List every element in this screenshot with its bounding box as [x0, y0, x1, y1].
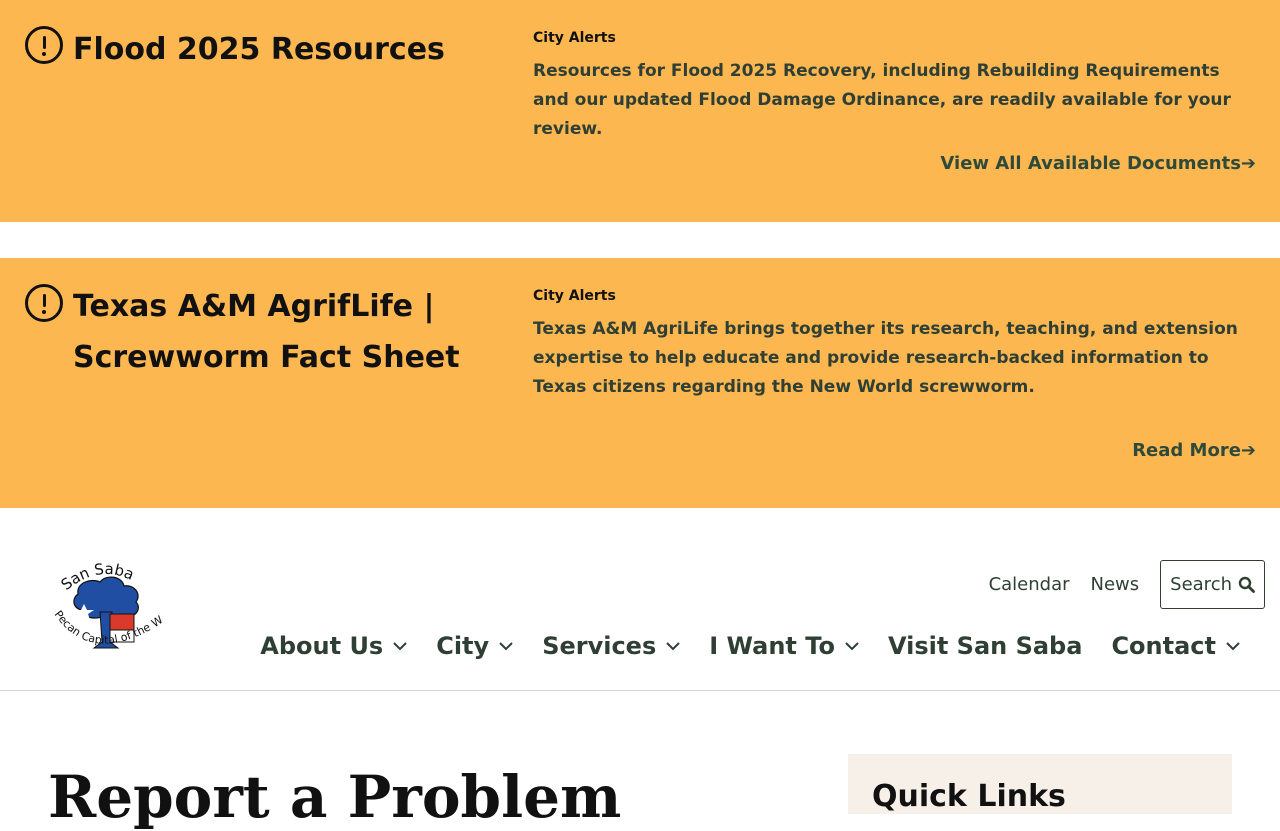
search-icon: [1238, 576, 1255, 593]
nav-contact[interactable]: Contact: [1111, 632, 1240, 660]
read-more-link[interactable]: Read More➔: [1132, 440, 1256, 461]
site-header: San Saba Pecan Capital of the World Cale…: [0, 508, 1280, 691]
alert-banner-screwworm: Texas A&M AgrifLife | Screwworm Fact She…: [0, 258, 1280, 508]
alert-banner-flood: Flood 2025 Resources City Alerts Resourc…: [0, 0, 1280, 222]
nav-label: Visit San Saba: [887, 632, 1083, 660]
quick-links-panel: Quick Links: [848, 754, 1232, 814]
alert-category: City Alerts: [533, 30, 616, 46]
alert-title: Flood 2025 Resources: [73, 32, 445, 67]
page-title: Report a Problem: [48, 763, 622, 831]
nav-services[interactable]: Services: [542, 632, 680, 660]
nav-label: City: [436, 632, 490, 660]
alert-body: Texas A&M AgriLife brings together its r…: [533, 319, 1238, 397]
exclamation-icon: [25, 284, 63, 322]
nav-visit-san-saba[interactable]: Visit San Saba: [888, 632, 1083, 660]
chevron-down-icon: [666, 641, 680, 650]
alert-body: Resources for Flood 2025 Recovery, inclu…: [533, 61, 1231, 139]
alert-category: City Alerts: [533, 288, 616, 304]
chevron-down-icon: [393, 641, 407, 650]
nav-label: Contact: [1111, 632, 1216, 660]
site-logo[interactable]: San Saba Pecan Capital of the World: [45, 550, 165, 664]
exclamation-icon: [25, 26, 63, 64]
utility-nav: Calendar News Search: [968, 560, 1265, 609]
chevron-down-icon: [845, 641, 859, 650]
search-label: Search: [1170, 574, 1232, 595]
alert-title: Texas A&M AgrifLife | Screwworm Fact She…: [73, 289, 460, 375]
san-saba-logo-icon: San Saba Pecan Capital of the World: [45, 550, 165, 649]
view-documents-link[interactable]: View All Available Documents➔: [940, 153, 1256, 174]
nav-i-want-to[interactable]: I Want To: [709, 632, 859, 660]
calendar-link[interactable]: Calendar: [989, 574, 1070, 595]
nav-label: Services: [542, 632, 657, 660]
nav-label: I Want To: [709, 632, 835, 660]
news-link[interactable]: News: [1091, 574, 1140, 595]
nav-city[interactable]: City: [436, 632, 513, 660]
nav-about-us[interactable]: About Us: [260, 632, 407, 660]
quick-links-title: Quick Links: [872, 779, 1066, 814]
nav-label: About Us: [260, 632, 384, 660]
main-nav: About Us City Services I Want To Visit S…: [231, 632, 1240, 660]
chevron-down-icon: [499, 641, 513, 650]
search-button[interactable]: Search: [1160, 560, 1265, 609]
chevron-down-icon: [1226, 641, 1240, 650]
